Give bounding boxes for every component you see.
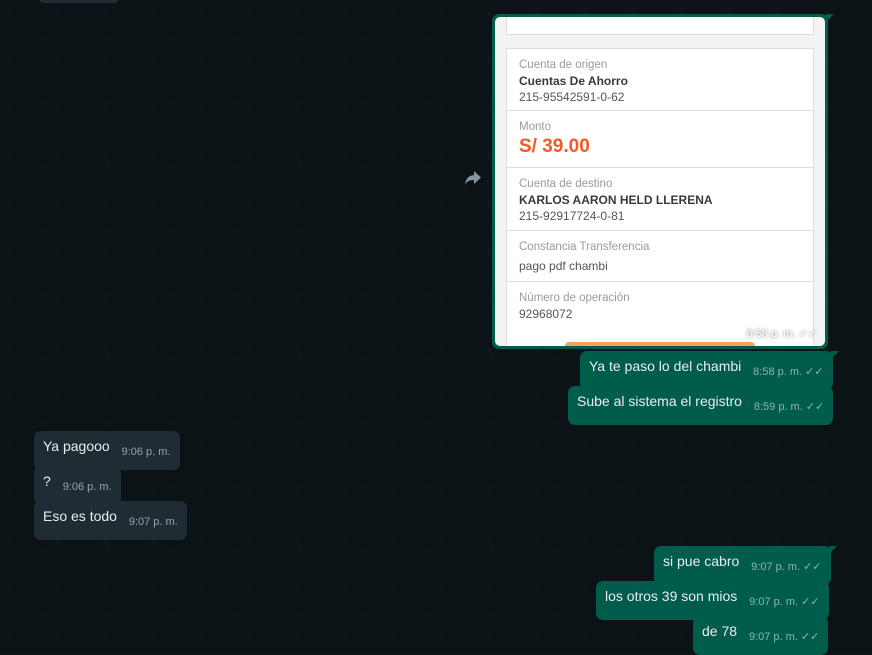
forward-icon[interactable] [460, 168, 486, 194]
outgoing-message[interactable]: de 78 9:07 p. m. ✓✓ [693, 616, 829, 655]
destination-number: 215-92917724-0-81 [519, 209, 625, 223]
image-message[interactable]: Cuenta de origen Cuentas De Ahorro 215-9… [492, 14, 834, 349]
message-text: Sube al sistema el registro [577, 393, 742, 409]
message-text: Ya te paso lo del chambi [589, 358, 742, 374]
double-check-icon: ✓✓ [798, 328, 817, 340]
destination-account-section: Cuenta de destino KARLOS AARON HELD LLER… [507, 168, 813, 231]
note-label: Constancia Transferencia [519, 241, 650, 253]
message-time: 9:07 p. m. ✓✓ [749, 628, 819, 647]
receipt-image[interactable]: Cuenta de origen Cuentas De Ahorro 215-9… [495, 17, 825, 346]
destination-name: KARLOS AARON HELD LLERENA [519, 193, 713, 207]
receipt-button-peek [565, 342, 755, 346]
amount-value: S/ 39.00 [519, 136, 590, 157]
double-check-icon: ✓✓ [805, 366, 824, 378]
message-time: 8:59 p. m. ✓✓ [754, 398, 824, 417]
origin-account-section: Cuenta de origen Cuentas De Ahorro 215-9… [507, 49, 813, 111]
destination-label: Cuenta de destino [519, 178, 613, 190]
incoming-message[interactable]: ? 9:06 p. m. [34, 466, 121, 505]
outgoing-message[interactable]: Ya te paso lo del chambi 8:58 p. m. ✓✓ [580, 351, 839, 390]
message-time: 9:07 p. m. ✓✓ [749, 593, 819, 612]
message-text: los otros 39 son mios [605, 588, 738, 604]
message-text: Eso es todo [43, 508, 117, 524]
message-time: 9:06 p. m. [121, 446, 171, 458]
outgoing-message[interactable]: Sube al sistema el registro 8:59 p. m. ✓✓ [568, 386, 834, 425]
origin-label: Cuenta de origen [519, 59, 608, 71]
outgoing-message[interactable]: si pue cabro 9:07 p. m. ✓✓ [654, 546, 837, 585]
operation-number: 92968072 [519, 307, 573, 321]
double-check-icon: ✓✓ [800, 631, 820, 643]
message-time: 9:07 p. m. [128, 516, 178, 528]
outgoing-message[interactable]: los otros 39 son mios 9:07 p. m. ✓✓ [596, 581, 829, 620]
message-text: si pue cabro [663, 553, 740, 569]
double-check-icon: ✓✓ [805, 401, 825, 413]
amount-section: Monto S/ 39.00 [507, 111, 813, 168]
double-check-icon: ✓✓ [801, 596, 820, 608]
message-text: ? [43, 473, 51, 489]
message-text: Ya pagooo [43, 438, 110, 454]
previous-message-edge [40, 0, 118, 3]
receipt-details-card: Cuenta de origen Cuentas De Ahorro 215-9… [506, 48, 814, 346]
message-time: 8:58 p. m. ✓✓ [746, 328, 817, 340]
incoming-message[interactable]: Ya pagooo 9:06 p. m. [34, 431, 180, 470]
message-text: de 78 [702, 623, 738, 639]
note-value: pago pdf chambi [519, 259, 608, 273]
amount-label: Monto [519, 121, 551, 133]
message-time: 9:06 p. m. [62, 481, 112, 493]
receipt-top-card [506, 17, 814, 35]
note-section: Constancia Transferencia pago pdf chambi [507, 231, 813, 282]
origin-number: 215-95542591-0-62 [519, 90, 625, 104]
incoming-message[interactable]: Eso es todo 9:07 p. m. [34, 501, 187, 540]
message-time: 8:58 p. m. ✓✓ [753, 363, 823, 382]
double-check-icon: ✓✓ [803, 561, 822, 573]
message-time: 9:07 p. m. ✓✓ [751, 558, 821, 577]
operation-label: Número de operación [519, 292, 630, 304]
origin-name: Cuentas De Ahorro [519, 74, 628, 88]
